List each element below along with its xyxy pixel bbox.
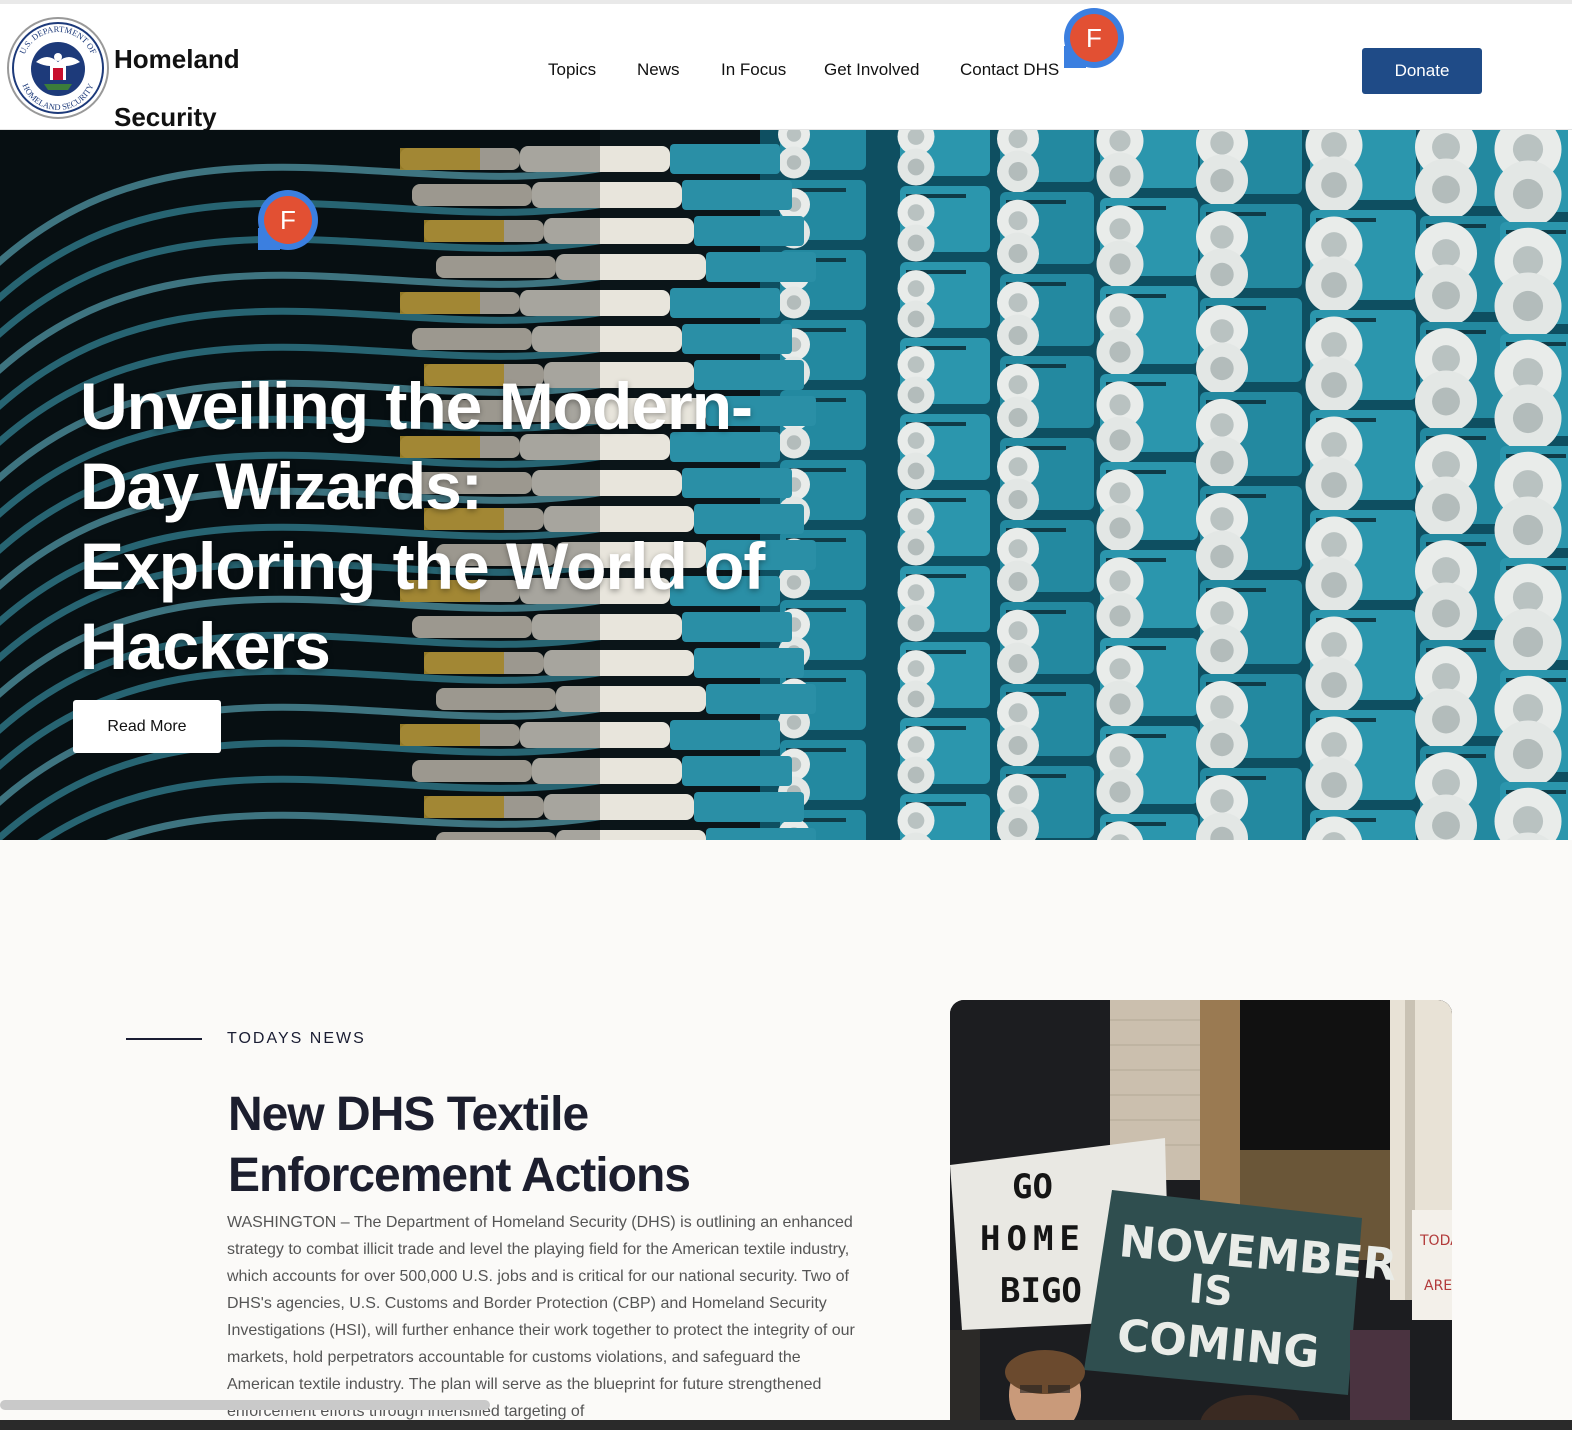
dhs-seal-logo[interactable]: U.S. DEPARTMENT OF HOMELAND SECURITY: [6, 16, 110, 120]
badge-letter: F: [264, 196, 312, 244]
sign-text-go: GO: [1012, 1167, 1053, 1207]
sign-text-bigo: BIGO: [1000, 1271, 1082, 1311]
site-brand[interactable]: Homeland Security: [114, 30, 240, 146]
todays-news-section: TODAYS NEWS New DHS Textile Enforcement …: [0, 840, 1572, 1430]
read-more-button[interactable]: Read More: [73, 700, 221, 753]
protest-signs-image[interactable]: GO HOME BIGO NOVEMBER IS COMING TODAY AR…: [950, 1000, 1452, 1430]
extension-badge-icon[interactable]: F: [258, 190, 318, 250]
news-title[interactable]: New DHS Textile Enforcement Actions: [228, 1084, 868, 1206]
nav-news[interactable]: News: [637, 60, 680, 80]
brand-line-1: Homeland: [114, 44, 240, 74]
hero-title: Unveiling the Modern-Day Wizards: Explor…: [80, 369, 765, 683]
hero-banner: Unveiling the Modern-Day Wizards: Explor…: [0, 130, 1568, 840]
sign-text-home: HOME: [980, 1219, 1086, 1259]
news-body: WASHINGTON – The Department of Homeland …: [227, 1214, 855, 1420]
sign-text-today: TODAY: [1419, 1233, 1452, 1249]
donate-button[interactable]: Donate: [1362, 48, 1482, 94]
news-eyebrow: TODAYS NEWS: [227, 1030, 366, 1047]
badge-letter: F: [1070, 14, 1118, 62]
nav-in-focus[interactable]: In Focus: [721, 60, 786, 80]
sign-text-are: ARE: [1424, 1278, 1452, 1294]
site-header: U.S. DEPARTMENT OF HOMELAND SECURITY Hom…: [0, 0, 1572, 132]
eyebrow-divider: [126, 1038, 202, 1040]
sign-text-is: IS: [1187, 1266, 1235, 1316]
window-bottom-edge: [0, 1420, 1572, 1430]
nav-get-involved[interactable]: Get Involved: [824, 60, 919, 80]
extension-badge-icon[interactable]: F: [1064, 8, 1124, 68]
nav-topics[interactable]: Topics: [548, 60, 596, 80]
horizontal-scrollbar[interactable]: [0, 1400, 490, 1410]
nav-contact-dhs[interactable]: Contact DHS: [960, 60, 1059, 80]
